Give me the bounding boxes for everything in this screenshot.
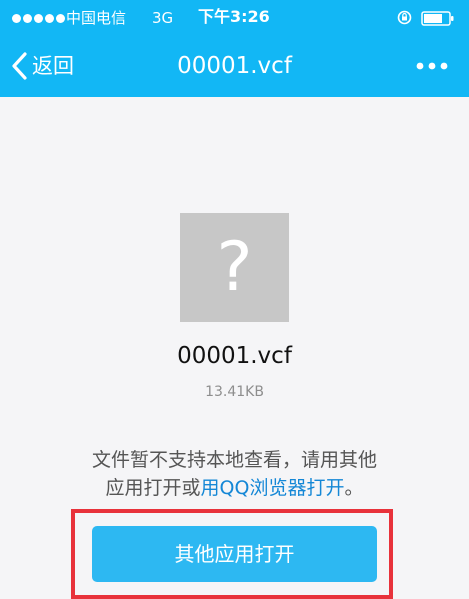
network-type: 3G	[152, 9, 174, 27]
carrier-name: 中国电信	[66, 9, 127, 27]
notice-line-2-suffix: 。	[344, 477, 364, 499]
back-label: 返回	[32, 54, 74, 78]
back-button[interactable]: 返回	[10, 48, 74, 84]
top-bar: 中国电信 3G 下午3:26 返回 00001.vcf	[0, 0, 469, 97]
battery-icon	[421, 11, 454, 26]
notice-line-1: 文件暂不支持本地查看，请用其他	[91, 449, 377, 471]
chevron-left-icon	[12, 52, 27, 80]
notice-line-2: 应用打开或用QQ浏览器打开。	[0, 474, 469, 502]
notice-line-2-prefix: 应用打开或	[105, 477, 201, 499]
navigation-bar: 返回 00001.vcf	[0, 36, 469, 97]
status-time: 下午3:26	[198, 7, 270, 26]
file-size: 13.41KB	[205, 384, 264, 400]
signal-dots-icon	[12, 14, 65, 24]
file-name: 00001.vcf	[177, 343, 292, 369]
unsupported-notice: 文件暂不支持本地查看，请用其他 应用打开或用QQ浏览器打开。	[0, 446, 469, 502]
open-with-other-app-button[interactable]: 其他应用打开	[92, 526, 377, 582]
more-dots-icon[interactable]	[410, 54, 454, 78]
unknown-file-icon: ?	[180, 213, 289, 322]
status-bar: 中国电信 3G 下午3:26	[0, 0, 469, 36]
lock-rotation-icon	[397, 10, 412, 25]
open-in-qq-browser-link[interactable]: 用QQ浏览器打开	[201, 477, 345, 499]
